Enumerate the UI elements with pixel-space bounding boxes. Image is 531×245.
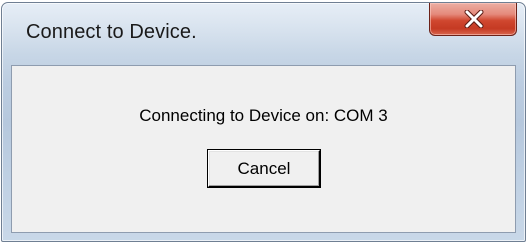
cancel-button[interactable]: Cancel [208, 150, 320, 187]
close-icon [464, 10, 484, 28]
title-bar[interactable]: Connect to Device. [2, 3, 525, 65]
close-button[interactable] [429, 3, 517, 36]
window-title: Connect to Device. [26, 21, 197, 43]
dialog-window: Connect to Device. Connecting to Device … [1, 2, 526, 242]
dialog-content: Connecting to Device on: COM 3 Cancel [11, 65, 516, 233]
connection-status-message: Connecting to Device on: COM 3 [139, 106, 388, 125]
